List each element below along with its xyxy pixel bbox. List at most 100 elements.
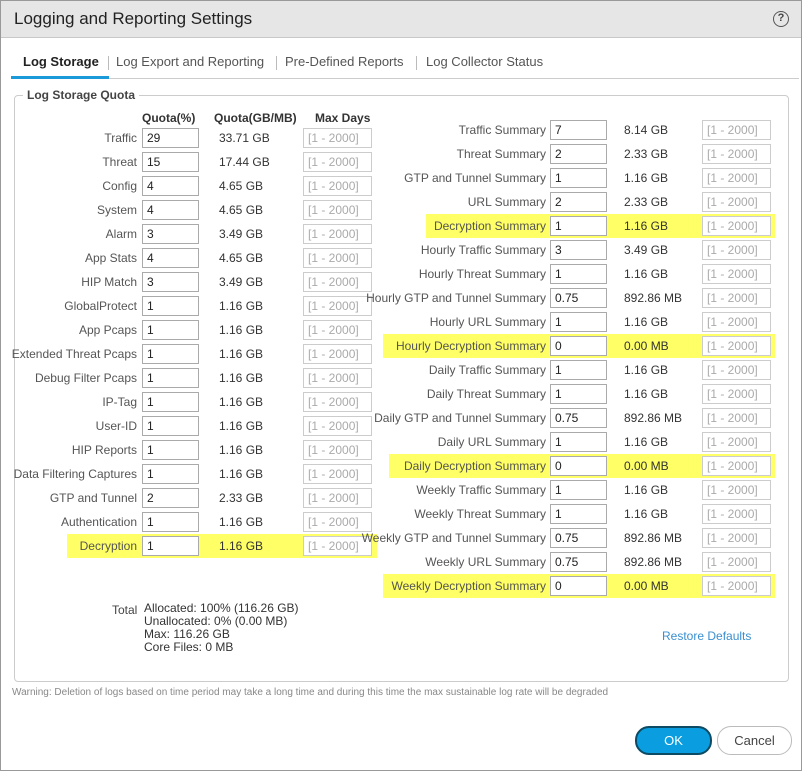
max-days-input[interactable]: [1 - 2000]	[303, 440, 372, 460]
max-days-input[interactable]: [1 - 2000]	[702, 360, 771, 380]
quota-size-value: 1.16 GB	[624, 483, 669, 497]
max-days-input[interactable]: [1 - 2000]	[303, 416, 372, 436]
quota-percent-input[interactable]: 0	[550, 336, 607, 356]
quota-percent-input[interactable]: 1	[142, 368, 199, 388]
quota-percent-input[interactable]: 0.75	[550, 288, 607, 308]
quota-percent-input[interactable]: 1	[142, 296, 199, 316]
max-days-input[interactable]: [1 - 2000]	[303, 128, 372, 148]
quota-percent-input[interactable]: 1	[142, 416, 199, 436]
max-days-input[interactable]: [1 - 2000]	[303, 176, 372, 196]
quota-percent-input[interactable]: 4	[142, 176, 199, 196]
max-days-input[interactable]: [1 - 2000]	[702, 432, 771, 452]
max-days-input[interactable]: [1 - 2000]	[702, 384, 771, 404]
max-days-input[interactable]: [1 - 2000]	[702, 192, 771, 212]
quota-percent-input[interactable]: 1	[550, 384, 607, 404]
max-days-input[interactable]: [1 - 2000]	[303, 344, 372, 364]
max-days-input[interactable]: [1 - 2000]	[303, 248, 372, 268]
quota-percent-input[interactable]: 1	[142, 464, 199, 484]
quota-row-label: User-ID	[95, 419, 137, 433]
restore-defaults-link[interactable]: Restore Defaults	[662, 629, 751, 643]
quota-percent-input[interactable]: 2	[550, 144, 607, 164]
max-days-input[interactable]: [1 - 2000]	[303, 392, 372, 412]
max-days-input[interactable]: [1 - 2000]	[702, 144, 771, 164]
quota-percent-input[interactable]: 3	[142, 224, 199, 244]
quota-percent-input[interactable]: 7	[550, 120, 607, 140]
quota-percent-input[interactable]: 1	[549, 216, 607, 236]
tab-log-export-reporting[interactable]: Log Export and Reporting	[116, 53, 264, 79]
max-days-input[interactable]: [1 - 2000]	[702, 240, 771, 260]
max-days-input[interactable]: [1 - 2000]	[702, 552, 771, 572]
quota-percent-input[interactable]: 3	[142, 272, 199, 292]
tab-log-storage[interactable]: Log Storage	[11, 53, 109, 79]
quota-percent-input[interactable]: 1	[550, 432, 607, 452]
quota-size-value: 17.44 GB	[219, 155, 270, 169]
max-days-input[interactable]: [1 - 2000]	[701, 216, 771, 236]
quota-percent-input[interactable]: 1	[550, 504, 607, 524]
quota-row: Daily GTP and Tunnel Summary 0.75 892.86 M…	[374, 406, 775, 430]
quota-row: Decryption Summary 1 1.16 GB [1 - 2000]	[426, 214, 775, 238]
max-days-input[interactable]: [1 - 2000]	[702, 576, 771, 596]
max-days-input[interactable]: [1 - 2000]	[702, 264, 771, 284]
max-days-input[interactable]: [1 - 2000]	[702, 288, 771, 308]
quota-size-value: 1.16 GB	[623, 219, 669, 233]
ok-button[interactable]: OK	[635, 726, 712, 755]
quota-percent-input[interactable]: 1	[142, 440, 199, 460]
quota-percent-input[interactable]: 1	[142, 320, 199, 340]
max-days-input[interactable]: [1 - 2000]	[702, 528, 771, 548]
quota-percent-input[interactable]: 15	[142, 152, 199, 172]
max-days-input[interactable]: [1 - 2000]	[303, 464, 372, 484]
quota-percent-input[interactable]: 29	[142, 128, 199, 148]
quota-percent-input[interactable]: 0.75	[550, 552, 607, 572]
quota-percent-input[interactable]: 0	[549, 456, 607, 476]
quota-percent-input[interactable]: 1	[550, 264, 607, 284]
max-days-input[interactable]: [1 - 2000]	[303, 152, 372, 172]
max-days-input[interactable]: [1 - 2000]	[303, 512, 372, 532]
quota-row-label: Weekly Traffic Summary	[416, 483, 546, 497]
max-days-input[interactable]: [1 - 2000]	[702, 168, 771, 188]
quota-size-value: 1.16 GB	[219, 347, 264, 361]
max-days-input[interactable]: [1 - 2000]	[702, 408, 771, 428]
quota-percent-input[interactable]: 1	[550, 168, 607, 188]
quota-row-label: Decryption Summary	[433, 219, 546, 233]
max-days-input[interactable]: [1 - 2000]	[303, 200, 372, 220]
max-days-input[interactable]: [1 - 2000]	[701, 456, 771, 476]
quota-row-label: Hourly GTP and Tunnel Summary	[366, 291, 546, 305]
quota-row-label: Data Filtering Captures	[13, 467, 137, 481]
max-days-input[interactable]: [1 - 2000]	[303, 488, 372, 508]
quota-percent-input[interactable]: 1	[550, 312, 607, 332]
quota-percent-input[interactable]: 2	[142, 488, 199, 508]
cancel-button[interactable]: Cancel	[717, 726, 792, 755]
quota-percent-input[interactable]: 3	[550, 240, 607, 260]
quota-percent-input[interactable]: 1	[142, 344, 199, 364]
tab-predefined-reports[interactable]: Pre-Defined Reports	[285, 53, 404, 79]
max-days-input[interactable]: [1 - 2000]	[702, 312, 771, 332]
max-days-input[interactable]: [1 - 2000]	[303, 320, 372, 340]
quota-percent-input[interactable]: 0.75	[550, 528, 607, 548]
max-days-input[interactable]: [1 - 2000]	[303, 224, 372, 244]
tab-bar: Log Storage Log Export and Reporting Pre…	[11, 53, 799, 79]
quota-size-value: 1.16 GB	[219, 539, 264, 553]
max-days-input[interactable]: [1 - 2000]	[702, 336, 771, 356]
quota-percent-input[interactable]: 4	[142, 248, 199, 268]
quota-row-label: System	[96, 203, 137, 217]
quota-percent-input[interactable]: 0.75	[550, 408, 607, 428]
max-days-input[interactable]: [1 - 2000]	[702, 120, 771, 140]
quota-percent-input[interactable]: 1	[142, 512, 199, 532]
help-icon[interactable]: ?	[773, 11, 789, 27]
quota-row-label: Daily Traffic Summary	[428, 363, 546, 377]
max-days-input[interactable]: [1 - 2000]	[303, 296, 372, 316]
quota-percent-input[interactable]: 1	[142, 536, 199, 556]
tab-log-collector-status[interactable]: Log Collector Status	[426, 53, 543, 79]
quota-percent-input[interactable]: 1	[142, 392, 199, 412]
max-days-input[interactable]: [1 - 2000]	[303, 272, 372, 292]
quota-row-label: GTP and Tunnel	[49, 491, 137, 505]
max-days-input[interactable]: [1 - 2000]	[303, 368, 372, 388]
max-days-input[interactable]: [1 - 2000]	[702, 504, 771, 524]
quota-size-value: 1.16 GB	[219, 323, 264, 337]
quota-percent-input[interactable]: 2	[550, 192, 607, 212]
quota-percent-input[interactable]: 1	[550, 480, 607, 500]
quota-percent-input[interactable]: 0	[550, 576, 607, 596]
max-days-input[interactable]: [1 - 2000]	[702, 480, 771, 500]
quota-percent-input[interactable]: 4	[142, 200, 199, 220]
quota-percent-input[interactable]: 1	[550, 360, 607, 380]
